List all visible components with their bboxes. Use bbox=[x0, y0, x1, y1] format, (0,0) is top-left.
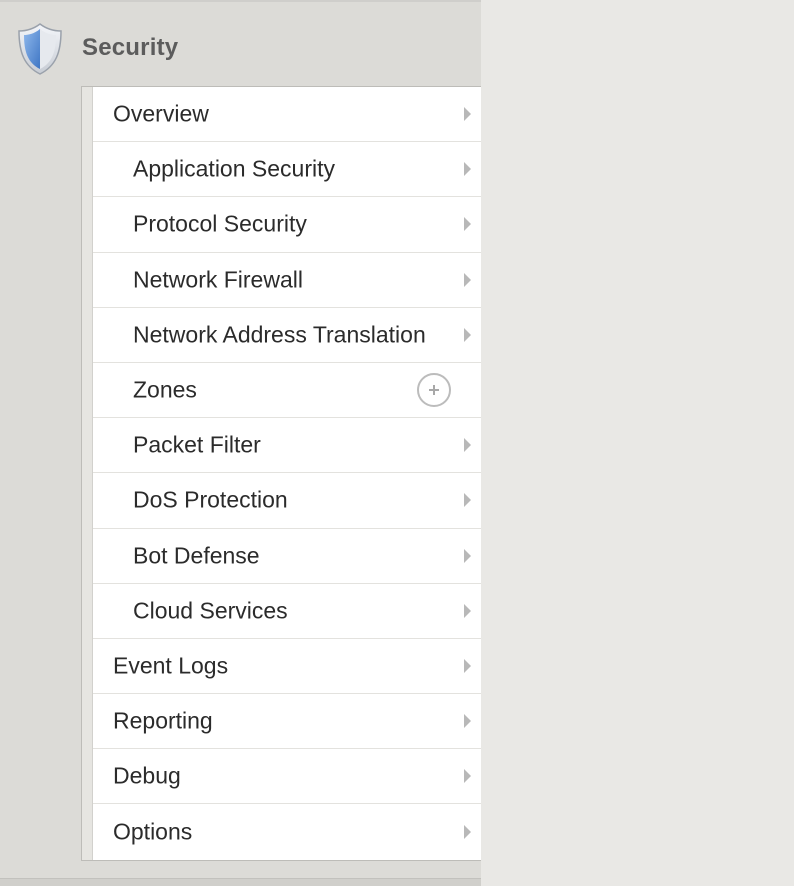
menu-item-label: Event Logs bbox=[113, 652, 229, 679]
menu-item-bot-defense[interactable]: Bot Defense bbox=[93, 528, 481, 584]
menu-item-label: Bot Defense bbox=[133, 542, 260, 569]
menu-item-zones[interactable]: Zones bbox=[93, 362, 481, 419]
menu-item-dos-protection[interactable]: DoS Protection bbox=[93, 473, 481, 529]
chevron-right-icon bbox=[464, 548, 471, 563]
menu-list: Overview Application Security Protocol Sec… bbox=[93, 87, 481, 860]
menu-item-label: Cloud Services bbox=[133, 597, 288, 624]
security-header[interactable]: Security bbox=[0, 4, 481, 86]
page-title: Security bbox=[82, 34, 179, 61]
menu-item-options[interactable]: Options bbox=[93, 804, 481, 860]
menu-item-packet-filter[interactable]: Packet Filter bbox=[93, 418, 481, 474]
menu-item-label: DoS Protection bbox=[133, 486, 288, 513]
chevron-right-icon bbox=[464, 272, 471, 287]
chevron-right-icon bbox=[464, 162, 471, 177]
chevron-right-icon bbox=[464, 769, 471, 784]
chevron-right-icon bbox=[464, 825, 471, 840]
menu-item-event-logs[interactable]: Event Logs bbox=[93, 638, 481, 695]
menu-item-label: Overview bbox=[113, 100, 209, 127]
menu-item-label: Protocol Security bbox=[133, 210, 307, 237]
chevron-right-icon bbox=[464, 714, 471, 729]
chevron-right-icon bbox=[464, 107, 471, 122]
menu-item-application-security[interactable]: Application Security bbox=[93, 142, 481, 198]
menu-item-label: Zones bbox=[133, 376, 197, 403]
menu-item-label: Reporting bbox=[113, 707, 213, 734]
chevron-right-icon bbox=[464, 217, 471, 232]
menu-item-label: Debug bbox=[113, 762, 181, 789]
menu-item-protocol-security[interactable]: Protocol Security bbox=[93, 197, 481, 253]
menu-item-label: Network Firewall bbox=[133, 266, 303, 293]
shield-icon bbox=[16, 22, 64, 76]
menu-stripe bbox=[82, 87, 93, 860]
chevron-right-icon bbox=[464, 327, 471, 342]
menu-item-network-firewall[interactable]: Network Firewall bbox=[93, 252, 481, 308]
menu-item-label: Options bbox=[113, 818, 193, 845]
add-circle-icon[interactable] bbox=[417, 373, 451, 408]
security-menu: Overview Application Security Protocol Sec… bbox=[81, 86, 481, 861]
chevron-right-icon bbox=[464, 603, 471, 618]
menu-item-label: Packet Filter bbox=[133, 431, 261, 458]
menu-item-overview[interactable]: Overview bbox=[93, 87, 481, 143]
chevron-right-icon bbox=[464, 438, 471, 453]
menu-item-label: Network Address Translation bbox=[133, 321, 426, 348]
menu-item-label: Application Security bbox=[133, 155, 335, 182]
panel-footer bbox=[0, 878, 481, 886]
chevron-right-icon bbox=[464, 658, 471, 673]
security-panel: Security Overview Application Security Pro… bbox=[0, 0, 481, 886]
menu-item-reporting[interactable]: Reporting bbox=[93, 694, 481, 750]
menu-item-cloud-services[interactable]: Cloud Services bbox=[93, 583, 481, 639]
chevron-right-icon bbox=[464, 493, 471, 508]
menu-item-network-address-translation[interactable]: Network Address Translation bbox=[93, 307, 481, 363]
menu-item-debug[interactable]: Debug bbox=[93, 749, 481, 805]
